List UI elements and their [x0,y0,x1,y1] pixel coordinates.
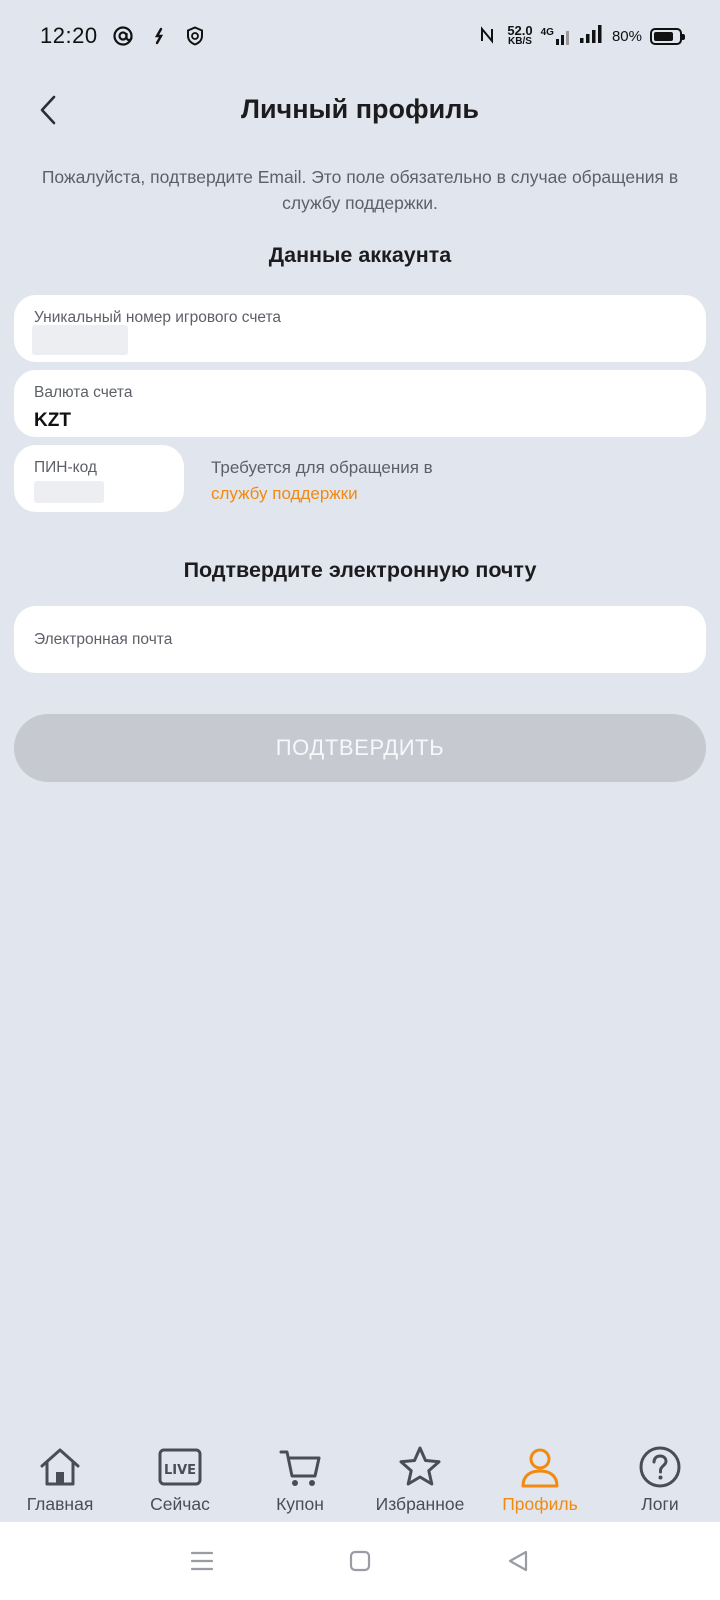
square-icon [349,1550,371,1572]
nav-label-live: Сейчас [150,1494,210,1514]
pin-field[interactable]: ПИН-код [14,445,184,512]
account-number-masked-value [32,325,128,355]
email-section-title: Подтвердите электронную почту [183,558,537,582]
back-system-button[interactable] [504,1547,532,1575]
svg-text:LIVE: LIVE [164,1463,196,1478]
battery-level [654,31,674,41]
network-type-icon: 4G [541,27,572,45]
nav-item-home[interactable]: Главная [0,1432,120,1522]
pin-note: Требуется для обращения в службу поддерж… [211,455,433,507]
nav-item-coupon[interactable]: Купон [240,1432,360,1522]
network-speed: 52.0 KB/S [507,23,533,47]
nav-item-live[interactable]: LIVE Сейчас [120,1432,240,1522]
account-number-field[interactable]: Уникальный номер игрового счета [14,295,706,362]
nav-label-favorites: Избранное [375,1494,465,1514]
email-field[interactable]: Электронная почта [14,606,706,673]
nav-label-profile: Профиль [502,1494,578,1514]
system-nav-bar [0,1522,720,1600]
nav-item-profile[interactable]: Профиль [480,1432,600,1522]
network-type-label: 4G [540,27,554,38]
help-icon [639,1446,681,1488]
cart-icon [279,1450,321,1486]
at-sign-icon [112,25,134,47]
recent-apps-button[interactable] [188,1547,216,1575]
confirm-button[interactable]: ПОДТВЕРДИТЬ [14,714,706,782]
nav-label-coupon: Купон [276,1494,324,1514]
pin-label: ПИН-код [34,459,97,476]
triangle-back-icon [508,1550,528,1572]
live-icon: LIVE [158,1448,202,1486]
profile-icon [521,1448,559,1488]
nav-label-home: Главная [26,1494,94,1514]
status-time: 12:20 [40,23,98,48]
home-icon [40,1448,80,1486]
nav-item-logs[interactable]: Логи [600,1432,720,1522]
currency-field[interactable]: Валюта счета KZT [14,370,706,437]
status-bar: 12:20 52.0 KB/S 4G 80% [0,0,720,72]
home-system-button[interactable] [346,1547,374,1575]
status-right: 52.0 KB/S 4G 80% [477,23,685,47]
star-icon [399,1446,441,1486]
nav-label-logs: Логи [641,1494,679,1514]
transfer-icon [148,25,170,47]
nfc-icon [477,25,499,47]
currency-label: Валюта счета [34,384,133,401]
bottom-nav: Главная LIVE Сейчас Купон Избранное Проф… [0,1432,720,1522]
signal-icon [579,25,604,47]
email-notice: Пожалуйста, подтвердите Email. Это поле … [41,167,679,213]
pin-masked-value [34,481,104,503]
header: Личный профиль [0,80,720,140]
currency-value: KZT [34,410,71,431]
shield-icon [184,25,206,47]
menu-icon [190,1551,214,1571]
status-left: 12:20 [40,23,206,49]
speed-value: 52.0 [507,23,533,38]
account-section-title: Данные аккаунта [268,243,452,267]
battery-percent: 80% [611,27,642,45]
battery-icon [650,27,685,45]
nav-item-favorites[interactable]: Избранное [360,1432,480,1522]
page-title: Личный профиль [241,94,479,124]
pin-note-text: Требуется для обращения в [211,458,433,477]
speed-unit: KB/S [508,36,532,47]
email-placeholder: Электронная почта [34,631,173,648]
support-link[interactable]: службу поддержки [211,481,433,507]
